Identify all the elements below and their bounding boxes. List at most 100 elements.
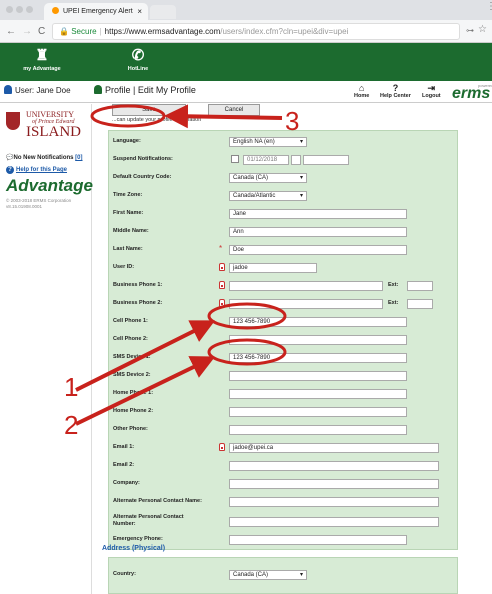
language-select[interactable]: English NA (en) [229, 137, 307, 147]
secure-label: Secure [71, 27, 97, 36]
company-input[interactable] [229, 479, 439, 489]
suspend-date-input[interactable]: 01/12/2018 [243, 155, 289, 165]
row-middle-name: Middle Name: Ann [109, 223, 459, 241]
cell-phone-1-input[interactable]: 123 456-7890 [229, 317, 407, 327]
row-alt-name: Alternate Personal Contact Name: [109, 493, 459, 511]
cancel-button[interactable]: Cancel [208, 104, 260, 116]
business-ext-2-input[interactable] [407, 299, 433, 309]
ext-label: Ext: [388, 282, 399, 288]
address-heading: Address (Physical) [102, 545, 166, 552]
close-tab-icon[interactable]: × [137, 7, 142, 16]
browser-tab[interactable]: UPEI Emergency Alert × [44, 3, 148, 20]
my-advantage-button[interactable]: ♜ my Advantage [16, 46, 68, 72]
bookmark-star-icon[interactable]: ☆ [478, 24, 487, 35]
suspend-date-picker[interactable] [291, 155, 301, 165]
row-country: Country: Canada (CA) [109, 566, 459, 584]
sms-device-2-input[interactable] [229, 371, 407, 381]
uni-line-3: ISLAND [26, 124, 81, 140]
crest-icon [6, 112, 20, 130]
row-email-1: Email 1: jadoe@upei.ca [109, 439, 459, 457]
email-1-input[interactable]: jadoe@upei.ca [229, 443, 439, 453]
emergency-phone-label: Emergency Phone: [113, 536, 163, 542]
lock-icon [219, 281, 225, 289]
logout-label: Logout [422, 93, 441, 99]
logout-icon: ⇥ [427, 83, 436, 93]
last-name-label: Last Name: [113, 246, 143, 252]
timezone-select[interactable]: Canada/Atlantic [229, 191, 307, 201]
country-label: Country: [113, 571, 136, 577]
alt-number-label-line-2: Number: [113, 521, 136, 527]
phone-icon: ✆ [131, 47, 145, 64]
middle-name-input[interactable]: Ann [229, 227, 407, 237]
emergency-phone-input[interactable] [229, 535, 407, 545]
other-phone-input[interactable] [229, 425, 407, 435]
url-path: /users/index.cfm?cln=upei&div=upei [220, 27, 349, 36]
url-input[interactable]: 🔒 Secure | https://www.ermsadvantage.com/u… [52, 23, 460, 40]
help-link-text: Help for this Page [16, 167, 68, 173]
callout-1-label: 1 [64, 372, 79, 402]
business-ext-1-input[interactable] [407, 281, 433, 291]
last-name-input[interactable]: Doe [229, 245, 407, 255]
suspend-end-input[interactable] [303, 155, 349, 165]
back-arrow-icon[interactable]: ← [6, 26, 16, 37]
row-sms-1: SMS Device 1: 123 456-7890 [109, 349, 459, 367]
hotline-label: HotLine [127, 66, 149, 72]
window-controls[interactable] [6, 6, 36, 15]
notifications-link[interactable]: 💬No New Notifications [0] [6, 154, 83, 161]
cell-phone-2-label: Cell Phone 2: [113, 336, 148, 342]
profile-icon [94, 85, 102, 94]
cell-phone-2-input[interactable] [229, 335, 407, 345]
reload-icon[interactable]: C [38, 26, 45, 37]
first-name-input[interactable]: Jane [229, 209, 407, 219]
sms-device-1-input[interactable]: 123 456-7890 [229, 353, 407, 363]
logout-link[interactable]: ⇥ Logout [422, 83, 441, 100]
row-sms-2: SMS Device 2: [109, 367, 459, 385]
country-code-label: Default Country Code: [113, 174, 172, 180]
alt-contact-name-input[interactable] [229, 497, 439, 507]
profile-form: Language: English NA (en) Suspend Notific… [108, 130, 458, 550]
home-link[interactable]: ⌂ Home [354, 83, 370, 100]
key-icon[interactable]: ⊶ [466, 26, 474, 35]
help-center-link[interactable]: ? Help Center [380, 84, 411, 100]
home-label: Home [354, 93, 370, 99]
business-phone-1-label: Business Phone 1: [113, 282, 163, 288]
home-icon: ⌂ [358, 83, 365, 93]
app-header: ♜ my Advantage ✆ HotLine [0, 43, 492, 81]
country-select[interactable]: Canada (CA) [229, 570, 307, 580]
sms-device-1-label: SMS Device 1: [113, 354, 151, 360]
email-2-input[interactable] [229, 461, 439, 471]
user-label: User: Jane Doe [15, 86, 71, 95]
save-button[interactable]: Save [112, 104, 186, 116]
row-timezone: Time Zone: Canada/Atlantic [109, 187, 459, 205]
hotline-button[interactable]: ✆ HotLine [112, 46, 164, 72]
alt-contact-number-input[interactable] [229, 517, 439, 527]
current-user: User: Jane Doe [4, 85, 71, 95]
brand-powered: powered [478, 83, 492, 88]
left-sidebar: UNIVERSITY of Prince Edward ISLAND 💬No N… [0, 104, 93, 594]
main-content: Save Cancel ...can update your profile i… [94, 104, 492, 594]
browser-menu-icon[interactable]: ⋮ [486, 1, 492, 12]
notifications-text: No New Notifications [13, 155, 74, 161]
lock-icon: 🔒 [59, 27, 69, 36]
home-phone-1-input[interactable] [229, 389, 407, 399]
business-phone-2-input[interactable] [229, 299, 383, 309]
company-label: Company: [113, 480, 140, 486]
row-alt-number: Alternate Personal Contact Number: [109, 511, 459, 533]
suspend-label: Suspend Notifications: [113, 156, 173, 162]
alt-number-label-line-1: Alternate Personal Contact [113, 514, 184, 520]
forward-arrow-icon[interactable]: → [22, 26, 32, 37]
row-other-phone: Other Phone: [109, 421, 459, 439]
row-business-1: Business Phone 1: Ext: [109, 277, 459, 295]
suspend-checkbox[interactable] [231, 155, 239, 163]
home-phone-2-input[interactable] [229, 407, 407, 417]
alt-contact-name-label: Alternate Personal Contact Name: [113, 498, 202, 504]
required-marker: * [219, 244, 223, 253]
country-code-select[interactable]: Canada (CA) [229, 173, 307, 183]
notifications-count[interactable]: [0] [75, 155, 82, 161]
user-id-label: User ID: [113, 264, 135, 270]
user-id-input[interactable]: jadoe [229, 263, 317, 273]
new-tab-button[interactable] [150, 5, 176, 19]
business-phone-1-input[interactable] [229, 281, 383, 291]
help-page-link[interactable]: ? Help for this Page [6, 166, 67, 174]
row-company: Company: [109, 475, 459, 493]
